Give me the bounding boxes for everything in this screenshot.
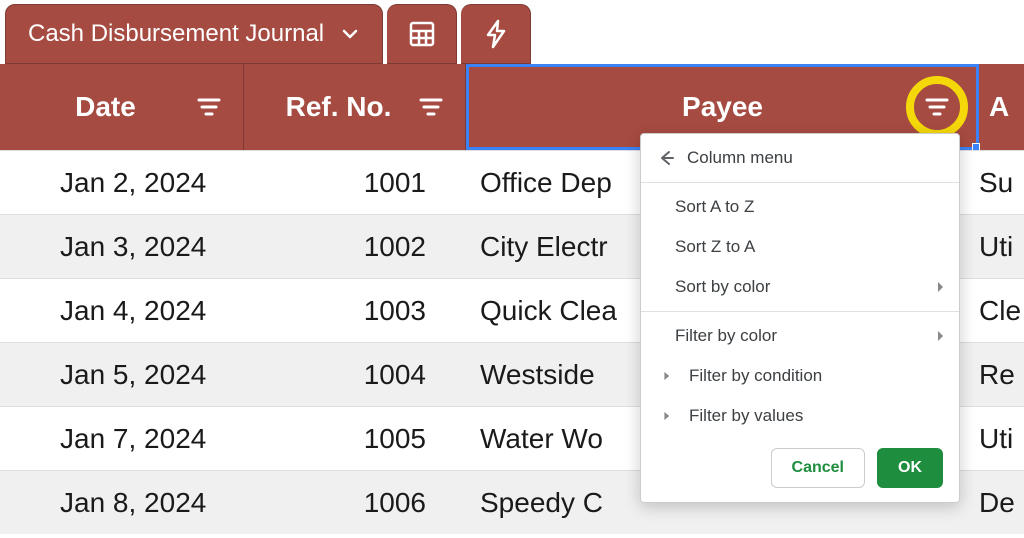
cell-next[interactable]: De bbox=[979, 487, 1024, 519]
column-menu: Column menu Sort A to Z Sort Z to A Sort… bbox=[640, 133, 960, 503]
cell-payee[interactable]: City Electr bbox=[466, 231, 641, 263]
toolbar: Cash Disbursement Journal bbox=[5, 4, 531, 64]
column-header-label: A bbox=[989, 91, 1009, 123]
column-header-next[interactable]: A bbox=[979, 64, 1024, 150]
menu-separator bbox=[641, 311, 959, 312]
cell-date[interactable]: Jan 3, 2024 bbox=[0, 231, 244, 263]
ok-button[interactable]: OK bbox=[877, 448, 943, 488]
cell-ref[interactable]: 1004 bbox=[244, 359, 466, 391]
cell-payee[interactable]: Quick Clea bbox=[466, 295, 641, 327]
menu-item-label: Sort by color bbox=[675, 277, 770, 297]
sheet-tab[interactable]: Cash Disbursement Journal bbox=[5, 4, 383, 64]
menu-item-label: Filter by condition bbox=[689, 366, 822, 386]
menu-item-label: Filter by values bbox=[689, 406, 803, 426]
menu-item-label: Sort Z to A bbox=[675, 237, 755, 257]
cell-payee[interactable]: Office Dep bbox=[466, 167, 641, 199]
cell-payee[interactable]: Westside bbox=[466, 359, 641, 391]
cell-date[interactable]: Jan 4, 2024 bbox=[0, 295, 244, 327]
menu-sort-az[interactable]: Sort A to Z bbox=[641, 187, 959, 227]
column-menu-title: Column menu bbox=[687, 148, 793, 168]
column-header-label: Date bbox=[18, 91, 193, 123]
cell-date[interactable]: Jan 5, 2024 bbox=[0, 359, 244, 391]
cell-next[interactable]: Cle bbox=[979, 295, 1024, 327]
menu-item-label: Filter by color bbox=[675, 326, 777, 346]
filter-highlight bbox=[906, 76, 968, 138]
cell-date[interactable]: Jan 7, 2024 bbox=[0, 423, 244, 455]
column-menu-header[interactable]: Column menu bbox=[641, 134, 959, 178]
cell-date[interactable]: Jan 8, 2024 bbox=[0, 487, 244, 519]
menu-separator bbox=[641, 182, 959, 183]
cell-payee[interactable]: Speedy C bbox=[466, 487, 641, 519]
submenu-arrow-icon bbox=[938, 282, 943, 292]
menu-buttons: Cancel OK bbox=[641, 436, 959, 488]
button-label: OK bbox=[898, 459, 922, 476]
cancel-button[interactable]: Cancel bbox=[771, 448, 865, 488]
menu-sort-za[interactable]: Sort Z to A bbox=[641, 227, 959, 267]
menu-filter-color[interactable]: Filter by color bbox=[641, 316, 959, 356]
column-header-label: Ref. No. bbox=[262, 91, 415, 123]
cell-date[interactable]: Jan 2, 2024 bbox=[0, 167, 244, 199]
filter-icon[interactable] bbox=[924, 94, 950, 120]
column-header-label: Payee bbox=[487, 91, 958, 123]
expand-arrow-icon bbox=[664, 372, 669, 380]
calculator-icon[interactable] bbox=[387, 4, 457, 64]
submenu-arrow-icon bbox=[938, 331, 943, 341]
cell-next[interactable]: Uti bbox=[979, 423, 1024, 455]
button-label: Cancel bbox=[792, 459, 844, 476]
cell-next[interactable]: Su bbox=[979, 167, 1024, 199]
column-header-date[interactable]: Date bbox=[0, 64, 244, 150]
filter-icon[interactable] bbox=[415, 94, 447, 120]
menu-sort-color[interactable]: Sort by color bbox=[641, 267, 959, 307]
lightning-icon[interactable] bbox=[461, 4, 531, 64]
cell-ref[interactable]: 1005 bbox=[244, 423, 466, 455]
chevron-down-icon[interactable] bbox=[340, 24, 360, 44]
expand-arrow-icon bbox=[664, 412, 669, 420]
menu-filter-values[interactable]: Filter by values bbox=[641, 396, 959, 436]
cell-ref[interactable]: 1002 bbox=[244, 231, 466, 263]
back-arrow-icon[interactable] bbox=[657, 149, 675, 167]
cell-ref[interactable]: 1006 bbox=[244, 487, 466, 519]
menu-item-label: Sort A to Z bbox=[675, 197, 754, 217]
cell-next[interactable]: Uti bbox=[979, 231, 1024, 263]
menu-filter-condition[interactable]: Filter by condition bbox=[641, 356, 959, 396]
cell-payee[interactable]: Water Wo bbox=[466, 423, 641, 455]
cell-next[interactable]: Re bbox=[979, 359, 1024, 391]
sheet-tab-label: Cash Disbursement Journal bbox=[28, 20, 324, 48]
filter-icon[interactable] bbox=[193, 94, 225, 120]
cell-ref[interactable]: 1001 bbox=[244, 167, 466, 199]
column-header-ref[interactable]: Ref. No. bbox=[244, 64, 466, 150]
cell-ref[interactable]: 1003 bbox=[244, 295, 466, 327]
